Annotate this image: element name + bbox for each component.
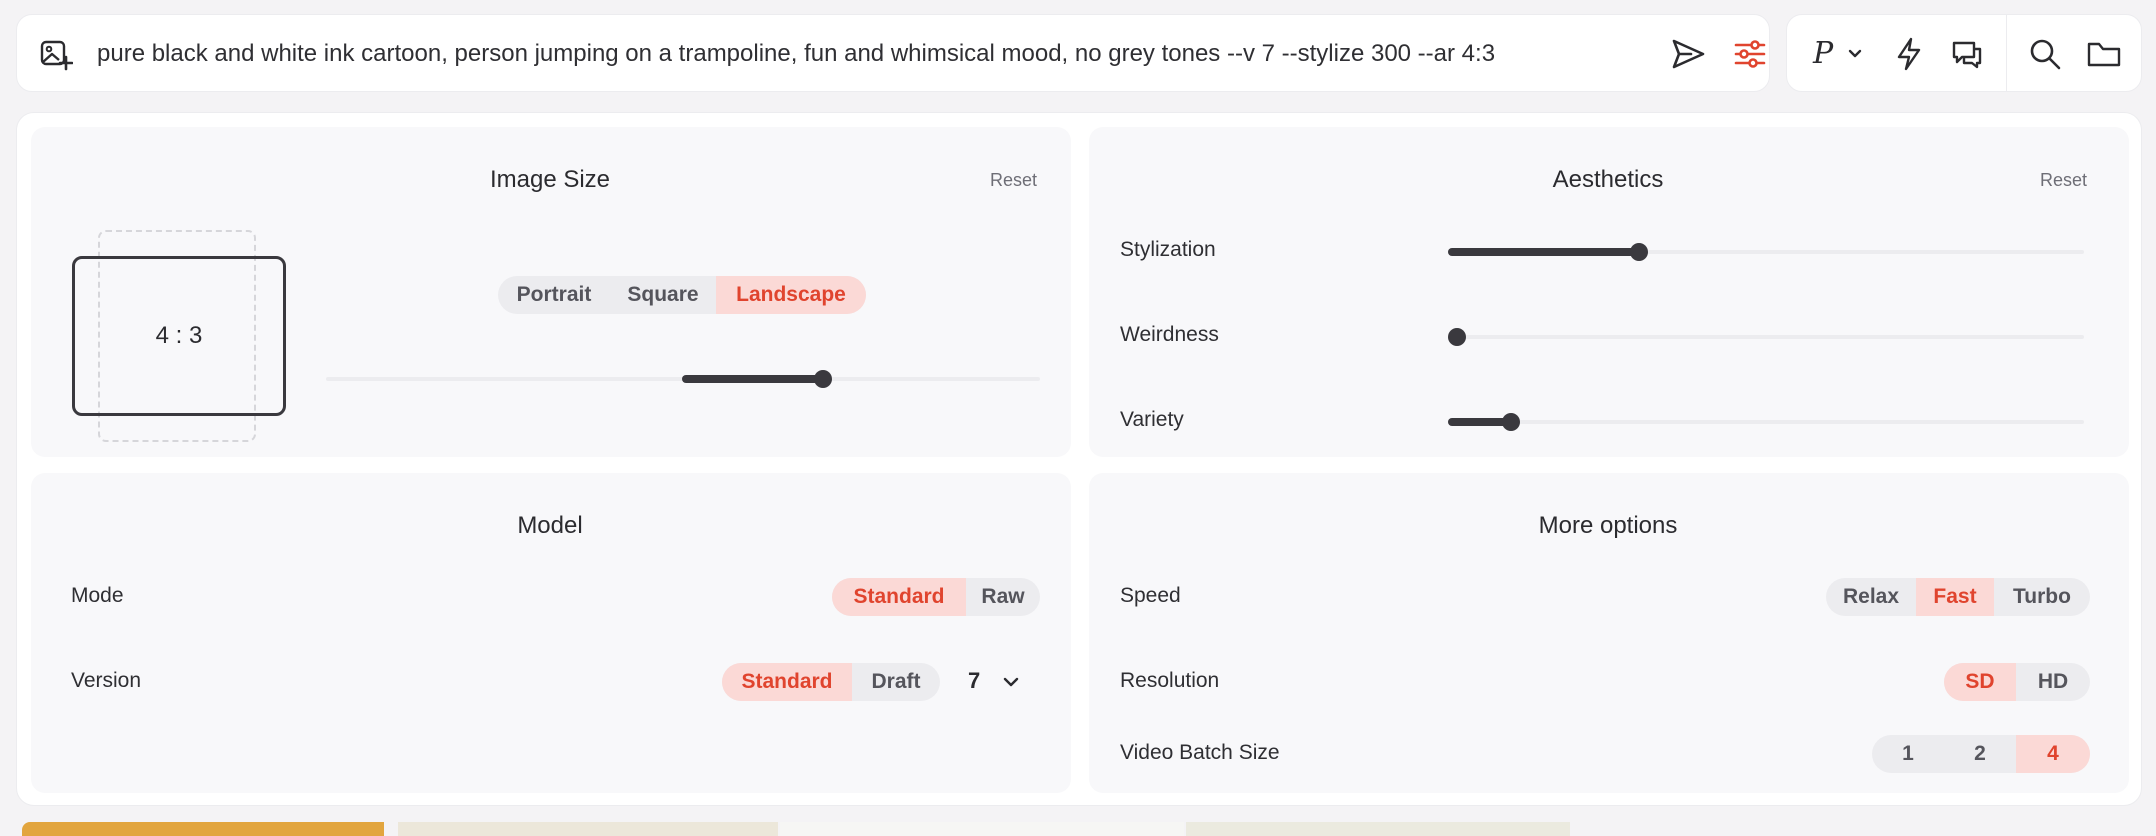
version-select[interactable]: 7 [966, 663, 1026, 701]
prompt-bar: pure black and white ink cartoon, person… [16, 14, 1770, 92]
aspect-ratio-preview: 4 : 3 [72, 256, 286, 416]
stylization-slider-knob[interactable] [1630, 243, 1648, 261]
model-title: Model [517, 512, 583, 539]
chevron-down-icon [1848, 49, 1862, 58]
send-icon[interactable] [1669, 35, 1707, 73]
variety-label: Variety [1120, 408, 1184, 431]
batch-size-4[interactable]: 4 [2016, 735, 2090, 773]
more-options-title: More options [1538, 512, 1678, 539]
aesthetics-title: Aesthetics [1552, 166, 1664, 193]
mode-segmented-control: Standard Raw [832, 578, 1040, 616]
aspect-ratio-fill [682, 375, 824, 383]
version-segmented-control: Standard Draft [722, 663, 940, 701]
search-icon[interactable] [2027, 35, 2063, 73]
stylization-fill [1448, 248, 1640, 256]
chat-icon[interactable] [1949, 35, 1985, 73]
weirdness-track[interactable] [1448, 335, 2084, 339]
orientation-segmented-control: Portrait Square Landscape [498, 276, 866, 314]
batch-size-2[interactable]: 2 [1944, 735, 2016, 773]
toolbar: P [1786, 14, 2142, 92]
resolution-label: Resolution [1120, 669, 1220, 692]
speed-label: Speed [1120, 584, 1181, 607]
speed-turbo[interactable]: Turbo [1994, 578, 2090, 616]
mode-standard[interactable]: Standard [832, 578, 966, 616]
gallery-strip [0, 818, 2156, 836]
speed-segmented-control: Relax Fast Turbo [1826, 578, 2090, 616]
variety-track[interactable] [1448, 420, 2084, 424]
variety-slider-knob[interactable] [1502, 413, 1520, 431]
version-number: 7 [968, 668, 981, 693]
batch-size-1[interactable]: 1 [1872, 735, 1944, 773]
personalize-button[interactable]: P [1813, 35, 1873, 73]
resolution-hd[interactable]: HD [2016, 663, 2090, 701]
stylization-label: Stylization [1120, 238, 1216, 261]
gallery-thumbnail[interactable] [780, 822, 1184, 836]
settings-panel [16, 112, 2142, 806]
mode-label: Mode [71, 584, 124, 607]
aspect-ratio-value: 4 : 3 [155, 322, 203, 349]
speed-fast[interactable]: Fast [1916, 578, 1994, 616]
aspect-ratio-slider-knob[interactable] [814, 370, 832, 388]
image-size-reset-button[interactable]: Reset [990, 170, 1037, 191]
orientation-portrait[interactable]: Portrait [498, 276, 610, 314]
gallery-thumbnail[interactable] [1186, 822, 1570, 836]
orientation-square[interactable]: Square [610, 276, 716, 314]
resolution-segmented-control: SD HD [1944, 663, 2090, 701]
orientation-landscape[interactable]: Landscape [716, 276, 866, 314]
mode-raw[interactable]: Raw [966, 578, 1040, 616]
speed-relax[interactable]: Relax [1826, 578, 1916, 616]
weirdness-label: Weirdness [1120, 323, 1219, 346]
prompt-input[interactable]: pure black and white ink cartoon, person… [97, 37, 1637, 71]
personalize-label: P [1813, 36, 1834, 71]
aesthetics-reset-button[interactable]: Reset [2040, 170, 2087, 191]
version-label: Version [71, 669, 142, 692]
version-draft[interactable]: Draft [852, 663, 940, 701]
image-size-title: Image Size [489, 166, 611, 193]
variety-fill [1448, 418, 1510, 426]
resolution-sd[interactable]: SD [1944, 663, 2016, 701]
video-batch-size-label: Video Batch Size [1120, 741, 1280, 764]
gallery-thumbnail[interactable] [398, 822, 778, 836]
weirdness-slider-knob[interactable] [1448, 328, 1466, 346]
image-plus-icon[interactable] [39, 37, 73, 71]
chevron-down-icon [1003, 677, 1019, 687]
video-batch-size-segmented-control: 1 2 4 [1872, 735, 2090, 773]
gallery-thumbnail[interactable] [22, 822, 384, 836]
version-standard[interactable]: Standard [722, 663, 852, 701]
toolbar-divider [2006, 15, 2007, 91]
folder-icon[interactable] [2085, 35, 2123, 73]
bolt-icon[interactable] [1891, 35, 1927, 73]
sliders-icon[interactable] [1731, 35, 1769, 73]
